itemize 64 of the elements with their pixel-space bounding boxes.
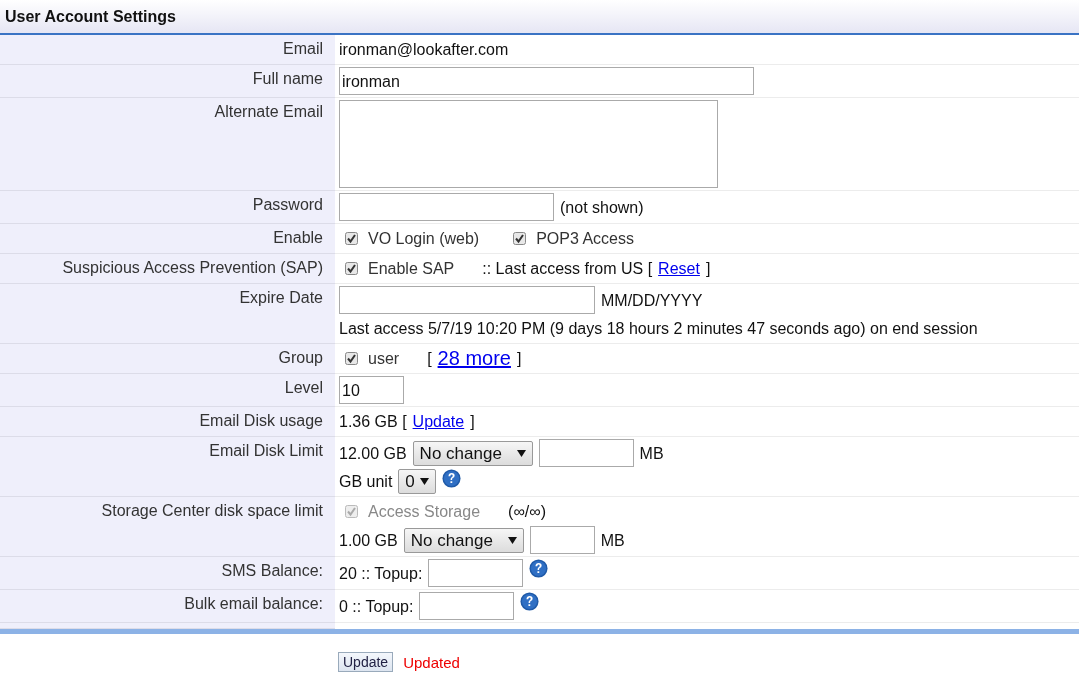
- input-field[interactable]: [339, 193, 554, 221]
- caret-icon: [516, 449, 526, 457]
- link[interactable]: Update: [412, 412, 465, 431]
- field-label: Group: [0, 344, 335, 374]
- value-text: 1.36 GB [: [339, 412, 407, 431]
- value-text: 1.00 GB: [339, 530, 398, 550]
- status-message: Updated: [403, 653, 460, 671]
- help-icon[interactable]: [520, 592, 540, 611]
- value-text: :: Last access from US [: [482, 259, 653, 278]
- input-field[interactable]: [339, 286, 595, 314]
- input-field[interactable]: 10: [339, 376, 404, 404]
- field-label: Password: [0, 191, 335, 224]
- checkbox-label: POP3 Access: [536, 229, 634, 248]
- link[interactable]: 28 more: [437, 349, 511, 368]
- field-label: SMS Balance:: [0, 557, 335, 590]
- checkbox[interactable]: [513, 232, 527, 245]
- field-label: Alternate Email: [0, 98, 335, 191]
- input-field[interactable]: ironman: [339, 67, 754, 95]
- value-text: ]: [516, 349, 522, 368]
- help-icon[interactable]: [529, 559, 549, 578]
- input-field[interactable]: [419, 592, 515, 620]
- checkbox-label: Access Storage: [368, 502, 481, 521]
- value-text: (∞/∞): [508, 502, 546, 521]
- field-label: Expire Date: [0, 284, 335, 344]
- field-label: Enable: [0, 224, 335, 254]
- checkbox-label: VO Login (web): [368, 229, 480, 248]
- value-text: ironman@lookafter.com: [339, 40, 509, 59]
- checkbox-label: user: [368, 349, 400, 368]
- checkbox[interactable]: [345, 232, 358, 245]
- field-label: Bulk email balance:: [0, 590, 335, 623]
- dropdown[interactable]: No change: [412, 440, 533, 466]
- field-label: Email: [0, 35, 335, 65]
- checkbox-label: Enable SAP: [368, 259, 455, 278]
- value-text: MM/DD/YYYY: [601, 290, 703, 310]
- field-label: Email Disk usage: [0, 407, 335, 437]
- dropdown[interactable]: 0: [398, 469, 437, 494]
- dropdown[interactable]: No change: [403, 527, 524, 553]
- value-text: [: [427, 349, 432, 368]
- value-text: 12.00 GB: [339, 443, 407, 463]
- input-field[interactable]: [428, 559, 524, 587]
- input-field[interactable]: [538, 439, 634, 467]
- value-text: MB: [639, 443, 664, 463]
- checkbox[interactable]: [345, 352, 358, 365]
- text-area[interactable]: [339, 100, 718, 188]
- value-text: (not shown): [560, 197, 644, 217]
- field-label: Storage Center disk space limit: [0, 497, 335, 557]
- value-text: 0 :: Topup:: [339, 596, 414, 616]
- help-icon[interactable]: [442, 469, 462, 488]
- update-button[interactable]: Update: [338, 652, 394, 672]
- input-field[interactable]: [529, 526, 595, 554]
- caret-icon: [420, 478, 430, 485]
- field-label: Full name: [0, 65, 335, 98]
- caret-icon: [507, 536, 517, 544]
- field-label: Email Disk Limit: [0, 437, 335, 497]
- value-text: 20 :: Topup:: [339, 563, 423, 583]
- value-text: ]: [470, 412, 475, 431]
- value-text: GB unit: [339, 472, 393, 491]
- field-label: Suspicious Access Prevention (SAP): [0, 254, 335, 284]
- field-label: Level: [0, 374, 335, 407]
- value-text: MB: [600, 530, 625, 550]
- value-text: Last access 5/7/19 10:20 PM (9 days 18 hours 2 minutes 47 seconds ago) on end session: [339, 319, 978, 338]
- link[interactable]: Reset: [658, 259, 700, 278]
- checkbox[interactable]: [345, 262, 358, 275]
- value-text: ]: [705, 259, 711, 278]
